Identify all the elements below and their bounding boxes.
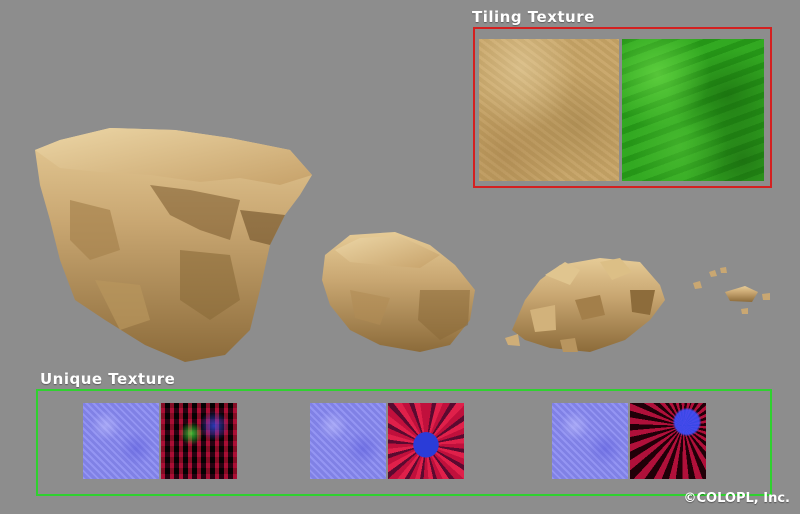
- normal-map-texture-3: [552, 403, 628, 479]
- rubble-pile-rock: [505, 258, 665, 352]
- mask-map-texture-2: [388, 403, 464, 479]
- large-cliff-rock: [35, 128, 312, 362]
- tiling-texture-label: Tiling Texture: [472, 8, 595, 26]
- medium-boulder-rock: [322, 232, 475, 352]
- grass-tiling-texture: [622, 39, 764, 181]
- normal-map-texture-1: [83, 403, 159, 479]
- normal-map-texture-2: [310, 403, 386, 479]
- mask-map-texture-1: [161, 403, 237, 479]
- mask-map-texture-3: [630, 403, 706, 479]
- sand-tiling-texture: [479, 39, 619, 181]
- copyright-notice: ©COLOPL, Inc.: [683, 491, 790, 506]
- unique-texture-label: Unique Texture: [40, 370, 176, 388]
- small-pebble-rocks: [693, 267, 770, 314]
